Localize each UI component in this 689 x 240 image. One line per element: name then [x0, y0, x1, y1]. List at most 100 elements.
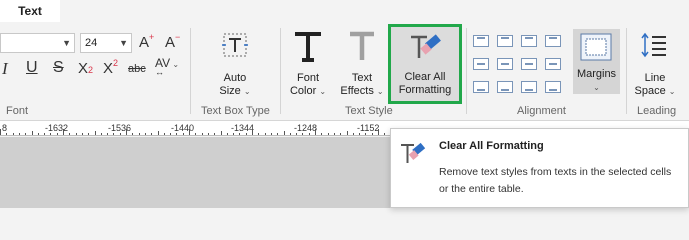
align-middle-center-button[interactable] [497, 58, 513, 70]
ruler-tick [207, 133, 209, 135]
align-bottom-justify-button[interactable] [545, 81, 561, 93]
ruler-tick [264, 133, 266, 135]
ruler-tick [315, 129, 316, 135]
alignment-grid [470, 22, 570, 102]
font-family-combo[interactable]: ▼ [0, 33, 75, 53]
underline-button[interactable]: U [26, 59, 38, 77]
text-box-type-group-label: Text Box Type [201, 105, 270, 117]
ruler-tick [365, 133, 367, 135]
separator [280, 28, 281, 114]
ruler-tick [226, 133, 228, 135]
chevron-down-icon: ⌄ [243, 87, 251, 96]
align-middle-left-button[interactable] [473, 58, 489, 70]
ruler-tick [214, 133, 216, 135]
ruler-label: -1152 [357, 123, 380, 133]
chevron-down-icon: ▼ [119, 38, 128, 48]
ruler-tick [239, 133, 241, 135]
tooltip-description: Remove text styles from texts in the sel… [439, 166, 672, 195]
ruler-tick [176, 133, 178, 135]
font-size-combo[interactable]: 24 ▼ [80, 33, 132, 53]
ruler-tick [182, 133, 184, 135]
grow-font-icon: A [139, 34, 150, 51]
ruler-tick [138, 133, 140, 135]
align-top-justify-button[interactable] [545, 35, 561, 47]
ruler-tick [107, 133, 109, 135]
ruler-tick [0, 129, 1, 135]
ruler-tick [157, 131, 159, 135]
ruler-tick [94, 131, 96, 135]
ruler-tick [6, 133, 8, 135]
ruler-tick [163, 133, 165, 135]
strikethrough-button[interactable]: abc [128, 63, 146, 75]
subscript-button[interactable]: X2 [78, 60, 93, 77]
align-bottom-right-button[interactable] [521, 81, 537, 93]
ruler-tick [144, 133, 146, 135]
ruler-tick [308, 133, 310, 135]
shrink-font-button[interactable]: A− [165, 32, 180, 51]
ribbon: ▼ 24 ▼ A+ A− I U S X2 X2 abc AV ⌄ ↔ Font… [0, 22, 689, 121]
auto-size-label-1: Auto [223, 72, 247, 84]
character-spacing-button[interactable]: AV ⌄ ↔ [155, 56, 179, 77]
auto-size-label-2: Size [219, 85, 241, 97]
chevron-down-icon: ⌄ [319, 87, 327, 96]
ruler-tick [25, 133, 27, 135]
align-top-right-button[interactable] [521, 35, 537, 47]
ruler-label: -1536 [108, 123, 132, 133]
align-top-center-button[interactable] [497, 35, 513, 47]
clear-formatting-icon [401, 142, 426, 163]
strikethrough-s-button[interactable]: S [53, 59, 64, 77]
clear-all-formatting-button[interactable]: Clear All Formatting [388, 24, 462, 104]
align-middle-justify-button[interactable] [545, 58, 561, 70]
ruler-tick [233, 133, 235, 135]
ruler-tick [277, 133, 279, 135]
chevron-down-icon: ⌄ [593, 83, 600, 92]
ruler-label: 8 [2, 123, 8, 133]
text-effects-button[interactable]: Text Effects ⌄ [338, 30, 386, 102]
tab-text[interactable]: Text [0, 0, 60, 22]
margins-label: Margins [576, 68, 617, 80]
separator [190, 28, 191, 114]
ribbon-tab-bar: Text [0, 0, 689, 22]
superscript-button[interactable]: X2 [103, 58, 118, 77]
align-bottom-left-button[interactable] [473, 81, 489, 93]
ruler-tick [371, 133, 373, 135]
margins-button[interactable]: Margins ⌄ [573, 29, 620, 94]
shrink-font-icon: A [165, 34, 176, 51]
ruler-tick [119, 133, 121, 135]
line-space-button[interactable]: Line Space ⌄ [630, 30, 680, 102]
ruler-tick [333, 133, 335, 135]
ruler-tick [359, 133, 361, 135]
ruler-tick [151, 133, 153, 135]
chevron-down-icon: ⌄ [170, 60, 180, 69]
align-middle-right-button[interactable] [521, 58, 537, 70]
auto-size-button[interactable]: Auto Size ⌄ [205, 30, 265, 102]
italic-button[interactable]: I [2, 59, 8, 79]
ruler-tick [340, 133, 342, 135]
text-effects-label-1: Text [351, 72, 373, 84]
ruler-label: -1632 [45, 123, 69, 133]
ruler-tick [302, 133, 304, 135]
ruler-tick [75, 133, 77, 135]
ruler-tick [384, 133, 386, 135]
ruler-tick [270, 133, 272, 135]
line-space-label-1: Line [644, 72, 666, 84]
align-bottom-center-button[interactable] [497, 81, 513, 93]
ruler-tick [69, 133, 71, 135]
leading-group-label: Leading [637, 105, 677, 117]
tooltip-title: Clear All Formatting [439, 140, 544, 152]
font-color-button[interactable]: Font Color ⌄ [285, 30, 331, 102]
grow-font-button[interactable]: A+ [139, 32, 154, 51]
margins-icon [580, 33, 612, 61]
line-space-label-2: Space [634, 85, 666, 97]
text-effects-label-2: Effects [340, 85, 374, 97]
ruler-tick [31, 131, 33, 135]
clear-all-label-2: Formatting [398, 84, 452, 96]
auto-size-icon [222, 33, 248, 57]
ruler-tick [100, 133, 102, 135]
chevron-down-icon: ⌄ [668, 87, 676, 96]
text-style-group-label: Text Style [345, 105, 393, 117]
ruler-tick [37, 133, 39, 135]
ruler-tick [50, 133, 52, 135]
align-top-left-button[interactable] [473, 35, 489, 47]
ruler-tick [12, 133, 14, 135]
